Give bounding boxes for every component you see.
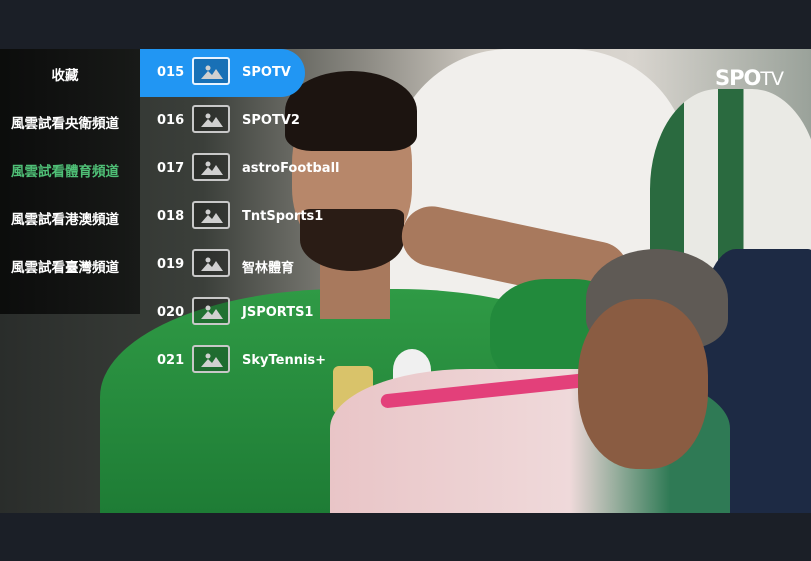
channel-name: TntSports1: [242, 209, 324, 224]
channel-item[interactable]: 020 JSPORTS1: [140, 289, 313, 337]
channel-name: SPOTV: [242, 65, 291, 80]
image-placeholder-icon: [192, 297, 230, 325]
image-placeholder-icon: [192, 105, 230, 133]
channel-name: SkyTennis+: [242, 353, 327, 368]
logo-suffix-text: TV: [760, 68, 784, 90]
channel-name: SPOTV2: [242, 113, 300, 128]
channel-number: 017: [157, 161, 185, 176]
channel-item[interactable]: 017 astroFootball: [140, 145, 340, 193]
image-placeholder-icon: [192, 345, 230, 373]
category-favorites[interactable]: 收藏: [0, 64, 140, 84]
image-placeholder-icon: [192, 201, 230, 229]
category-hk-macau[interactable]: 風雲試看港澳頻道: [0, 208, 140, 228]
channel-name: 智林體育: [242, 261, 295, 276]
broadcast-logo: SPOTV: [715, 66, 784, 90]
channel-number: 018: [157, 209, 185, 224]
channel-item[interactable]: 015 SPOTV: [140, 49, 305, 97]
category-taiwan[interactable]: 風雲試看臺灣頻道: [0, 256, 140, 276]
foreground-person-face: [578, 299, 708, 469]
channel-number: 019: [157, 257, 185, 272]
channel-name: astroFootball: [242, 161, 340, 176]
logo-main-text: SPO: [715, 66, 761, 90]
channel-name: JSPORTS1: [242, 305, 314, 320]
channel-number: 020: [157, 305, 185, 320]
channel-item[interactable]: 021 SkyTennis+: [140, 337, 326, 385]
channel-item[interactable]: 016 SPOTV2: [140, 97, 305, 145]
category-sports[interactable]: 風雲試看體育頻道: [0, 160, 140, 180]
channel-item[interactable]: 019 智林體育: [140, 241, 305, 289]
image-placeholder-icon: [192, 249, 230, 277]
bottom-bar: [0, 513, 811, 561]
image-placeholder-icon: [192, 57, 230, 85]
channel-item[interactable]: 018 TntSports1: [140, 193, 323, 241]
category-cctv-satellite[interactable]: 風雲試看央衛頻道: [0, 112, 140, 132]
channel-number: 015: [157, 65, 185, 80]
channel-number: 016: [157, 113, 185, 128]
image-placeholder-icon: [192, 153, 230, 181]
channel-number: 021: [157, 353, 185, 368]
